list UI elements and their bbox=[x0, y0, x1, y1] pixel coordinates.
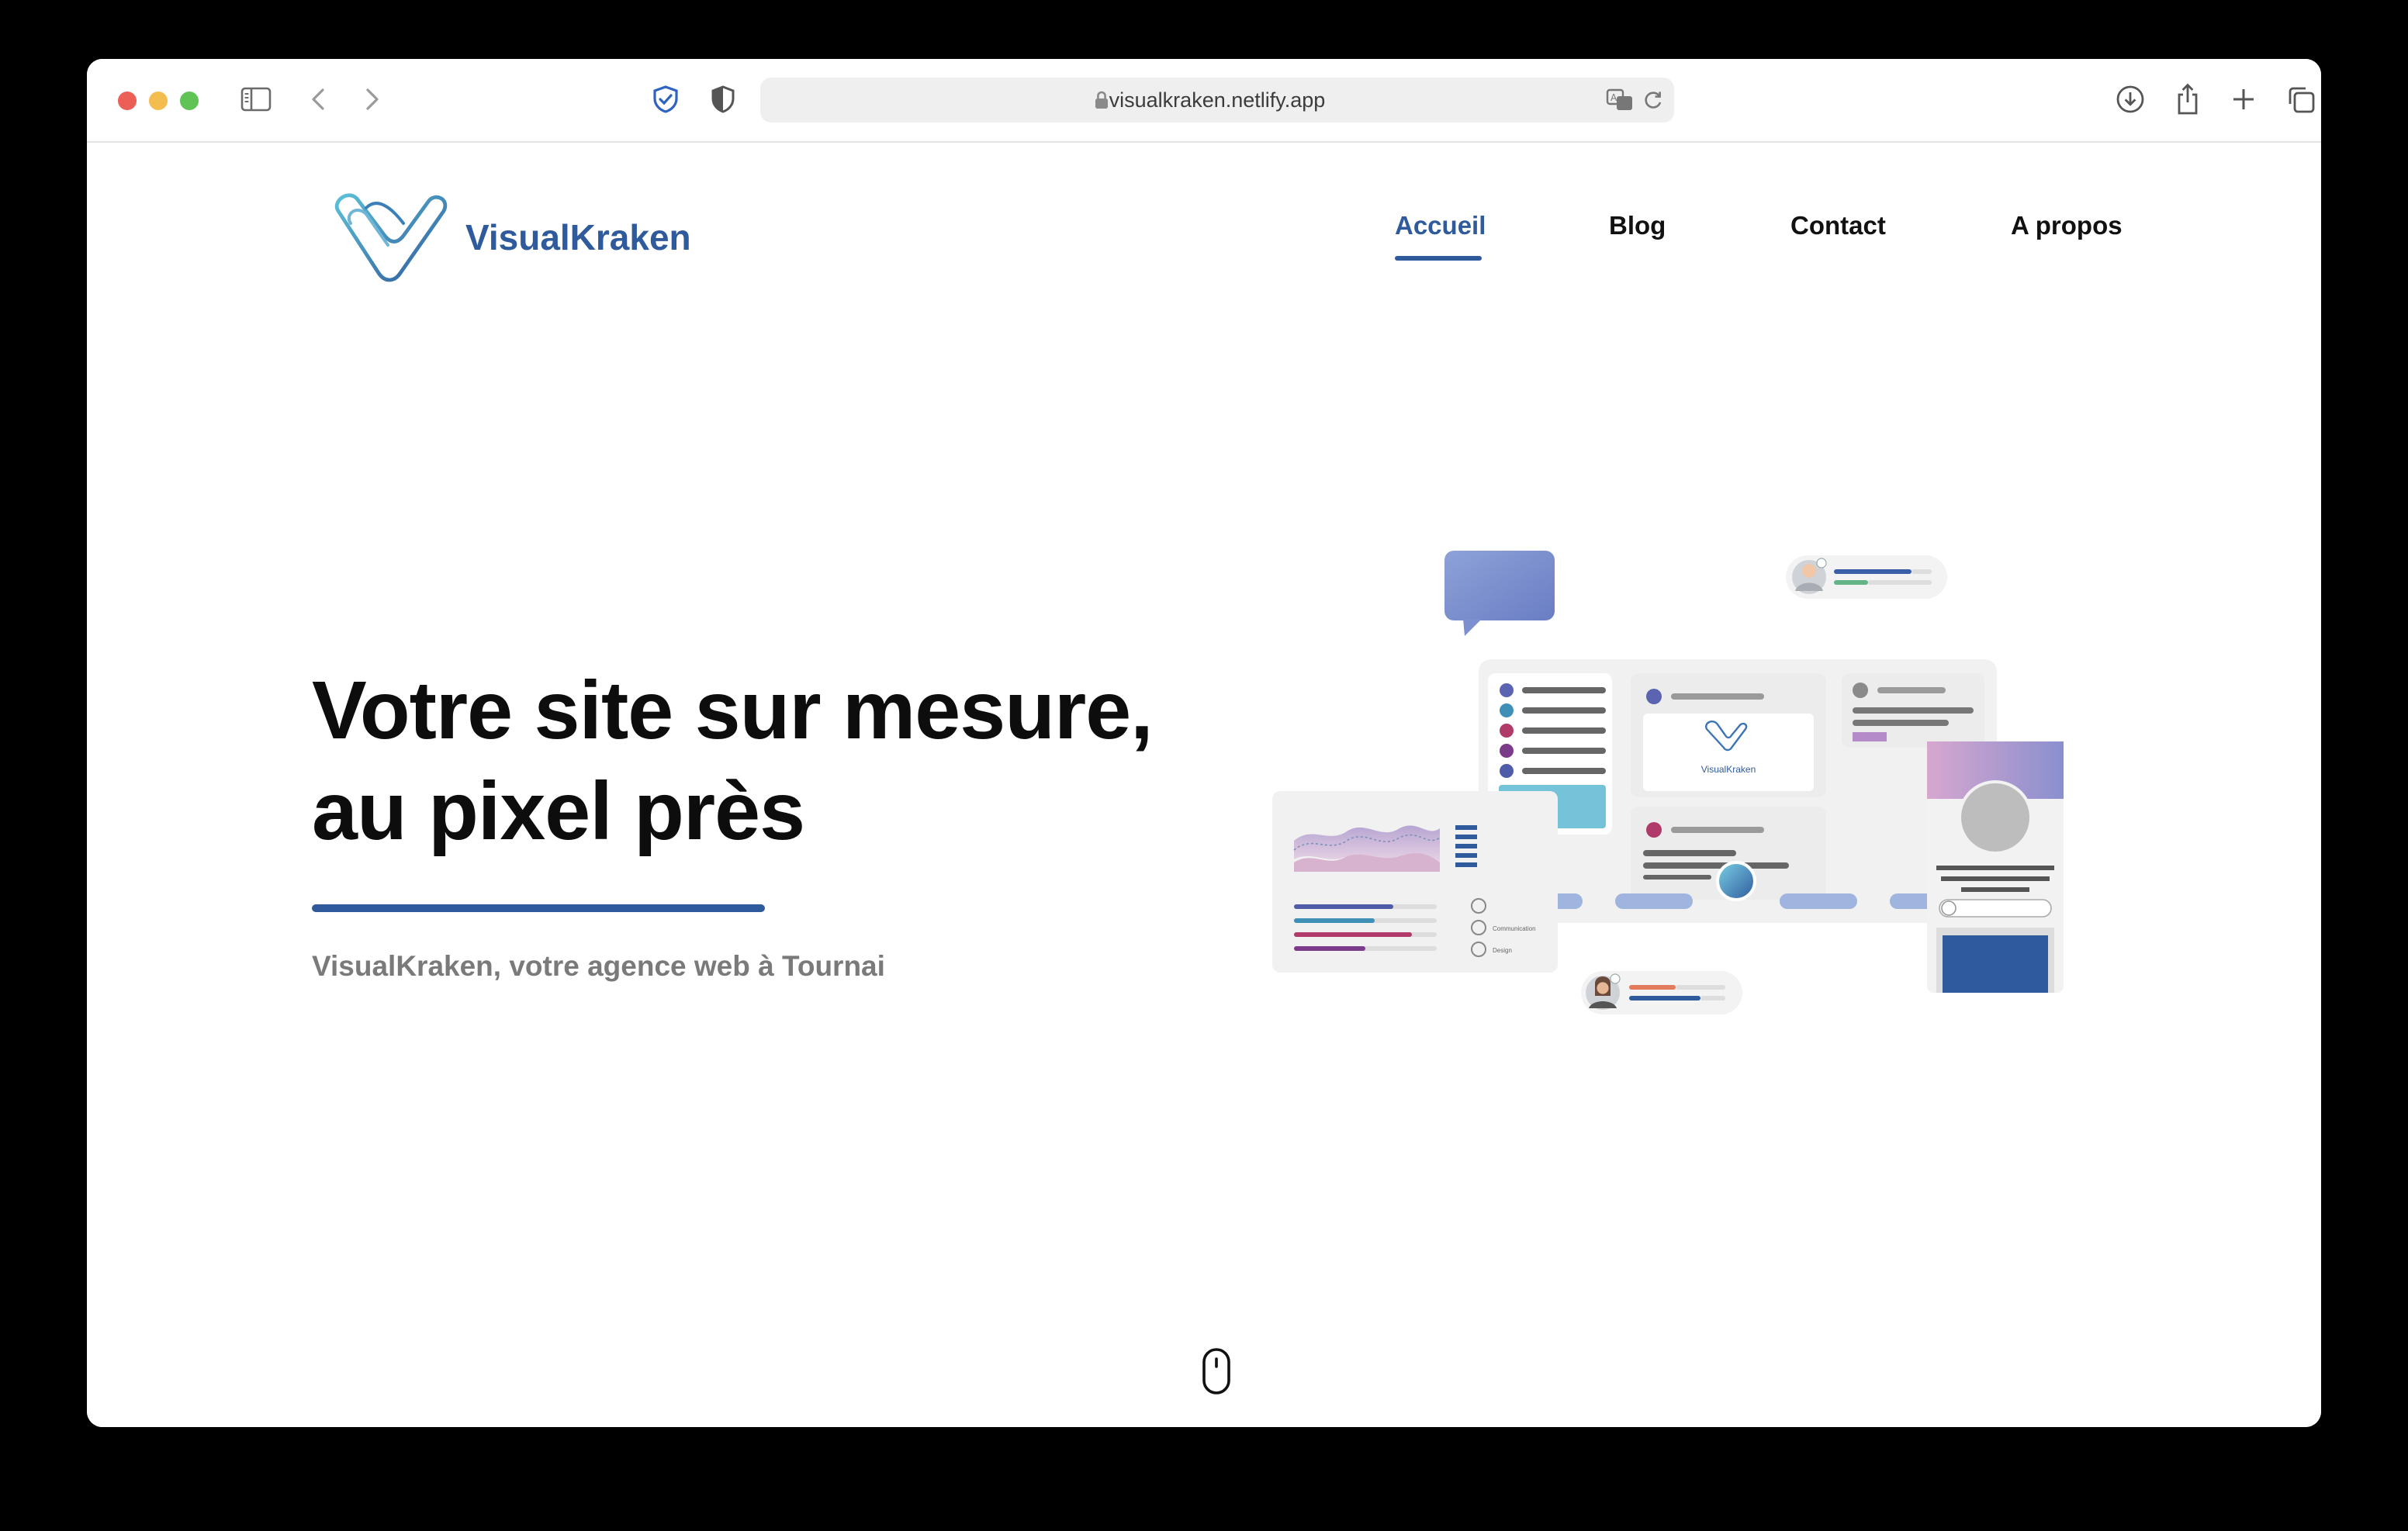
nav-link-contact[interactable]: Contact bbox=[1790, 213, 1886, 242]
svg-text:A: A bbox=[1611, 92, 1617, 103]
plus-icon bbox=[2233, 89, 2254, 109]
content-blocker-button[interactable] bbox=[706, 82, 740, 116]
minimize-window-button[interactable] bbox=[149, 92, 168, 110]
chevron-left-icon bbox=[312, 88, 324, 110]
address-bar[interactable]: visualkraken.netlify.app A bbox=[760, 78, 1674, 123]
web-page: VisualKraken Accueil Blog Contact A prop… bbox=[87, 143, 2321, 1427]
downloads-button[interactable] bbox=[2113, 82, 2147, 116]
profile-card bbox=[1927, 741, 2064, 993]
share-icon bbox=[2178, 83, 2198, 115]
user-pill-bottom bbox=[1581, 971, 1742, 1014]
hero-subtitle: VisualKraken, votre agence web à Tournai bbox=[312, 949, 885, 982]
close-window-button[interactable] bbox=[118, 92, 137, 110]
visualkraken-logo-icon[interactable] bbox=[332, 189, 450, 285]
tab-overview-button[interactable] bbox=[2284, 82, 2318, 116]
url-text: visualkraken.netlify.app bbox=[1109, 88, 1326, 112]
half-shield-icon bbox=[711, 85, 735, 113]
share-button[interactable] bbox=[2171, 81, 2205, 118]
hero-title-line-1: Votre site sur mesure, bbox=[312, 665, 1154, 757]
screen: visualkraken.netlify.app A VisualKraken … bbox=[0, 0, 2408, 1531]
user-pill-top bbox=[1786, 555, 1947, 599]
browser-window: visualkraken.netlify.app A VisualKraken … bbox=[87, 59, 2321, 1427]
sidebar-icon bbox=[240, 87, 272, 112]
translate-icon[interactable]: A bbox=[1606, 88, 1634, 112]
forward-button[interactable] bbox=[358, 84, 386, 115]
hero-divider bbox=[312, 904, 765, 912]
legend-design: Design bbox=[1493, 947, 1512, 954]
profile-card-small bbox=[1842, 673, 1984, 748]
hero-illustration: VisualKraken Communication Design bbox=[1272, 551, 2064, 1014]
browser-toolbar: visualkraken.netlify.app A bbox=[87, 59, 2321, 143]
shield-check-icon bbox=[653, 85, 678, 113]
nav-link-blog[interactable]: Blog bbox=[1609, 213, 1666, 242]
hero-title-line-2: au pixel près bbox=[312, 766, 805, 858]
nav-link-a-propos[interactable]: A propos bbox=[2011, 213, 2123, 242]
chat-bubble-icon bbox=[1444, 551, 1555, 636]
nav-link-accueil[interactable]: Accueil bbox=[1395, 213, 1486, 242]
orb-icon bbox=[1716, 861, 1756, 901]
scroll-down-mouse-icon[interactable] bbox=[1201, 1346, 1232, 1399]
back-button[interactable] bbox=[304, 84, 332, 115]
legend-communication: Communication bbox=[1493, 925, 1536, 932]
brand-name[interactable]: VisualKraken bbox=[465, 217, 691, 259]
pill-button-2 bbox=[1615, 893, 1693, 909]
nav-active-underline bbox=[1395, 256, 1482, 261]
reload-icon[interactable] bbox=[1643, 90, 1663, 110]
new-tab-button[interactable] bbox=[2226, 82, 2261, 116]
stats-card: Communication Design bbox=[1272, 791, 1558, 973]
pill-button-3 bbox=[1780, 893, 1857, 909]
logo-card: VisualKraken bbox=[1631, 673, 1826, 797]
sidebar-toggle-button[interactable] bbox=[239, 84, 273, 115]
tabs-overview-icon bbox=[2288, 86, 2314, 112]
privacy-shield-button[interactable] bbox=[649, 82, 683, 116]
hero-title: Votre site sur mesure, au pixel près bbox=[312, 661, 1274, 862]
chevron-right-icon bbox=[366, 88, 379, 110]
illustration-logo-label: VisualKraken bbox=[1701, 764, 1756, 775]
download-icon bbox=[2116, 85, 2144, 113]
zoom-window-button[interactable] bbox=[180, 92, 199, 110]
